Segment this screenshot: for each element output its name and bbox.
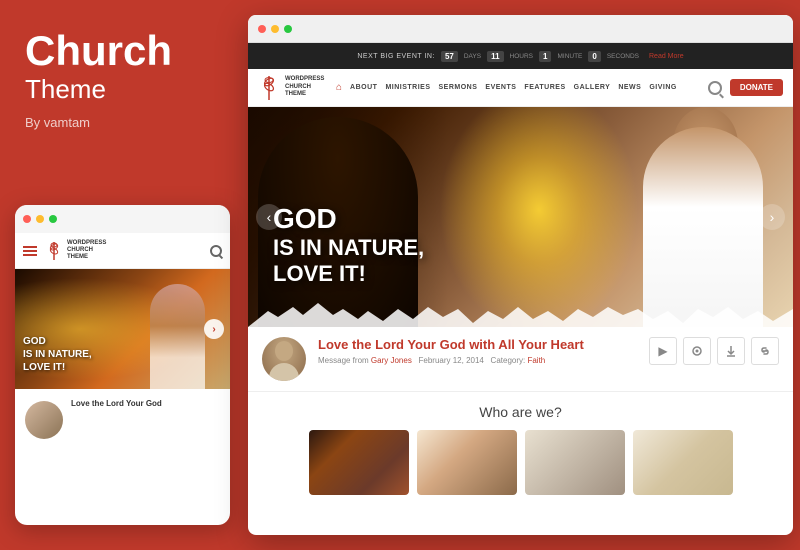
- hero-light-burst: [439, 107, 639, 327]
- message-download-icon[interactable]: [717, 337, 745, 365]
- event-read-more-link[interactable]: Read More: [649, 53, 684, 60]
- mobile-logo: WORDPRESSCHURCHTHEME: [45, 240, 210, 262]
- hero-next-arrow[interactable]: ›: [759, 204, 785, 230]
- mobile-dot-red: [23, 215, 31, 223]
- event-days-label: DAYS: [464, 53, 481, 60]
- app-subtitle: Theme: [25, 74, 215, 105]
- message-section: Love the Lord Your God with All Your Hea…: [248, 327, 793, 392]
- app-author: By vamtam: [25, 115, 215, 130]
- mobile-search-icon[interactable]: [210, 245, 222, 257]
- mobile-dot-green: [49, 215, 57, 223]
- nav-item-ministries[interactable]: MINISTRIES: [385, 84, 430, 91]
- hero-tree-decoration: [248, 305, 793, 327]
- nav-items: ABOUT MINISTRIES SERMONS EVENTS FEATURES…: [350, 84, 696, 91]
- message-author[interactable]: Gary Jones: [371, 356, 412, 365]
- mobile-hamburger-icon[interactable]: [23, 246, 37, 256]
- who-are-we-section: Who are we?: [248, 392, 793, 507]
- navbar-logo-text: WORDPRESSCHURCHTHEME: [285, 76, 324, 99]
- mobile-card-content: Love the Lord Your God: [15, 389, 230, 417]
- hero-line2: IS IN NATURE,: [273, 235, 424, 261]
- message-content: Love the Lord Your God with All Your Hea…: [318, 337, 637, 365]
- who-image-4: [633, 430, 733, 495]
- browser-dot-green: [284, 25, 292, 33]
- hero-line3: LOVE IT!: [273, 261, 424, 287]
- message-avatar: [262, 337, 306, 381]
- donate-button[interactable]: Donate: [730, 79, 783, 96]
- browser-dot-red: [258, 25, 266, 33]
- browser-window: NEXT BIG EVENT IN: 57 DAYS 11 HOURS 1 MI…: [248, 15, 793, 535]
- message-meta: Message from Gary Jones February 12, 201…: [318, 356, 637, 365]
- event-seconds-label: SECONDS: [607, 53, 639, 60]
- mobile-dot-yellow: [36, 215, 44, 223]
- event-minutes-label: MINUTE: [557, 53, 582, 60]
- message-link-icon[interactable]: [751, 337, 779, 365]
- mobile-titlebar: [15, 205, 230, 233]
- hero-text: GOD IS IN NATURE, LOVE IT!: [273, 203, 424, 287]
- mobile-hero-image: GOD IS IN NATURE, LOVE IT! ›: [15, 269, 230, 389]
- event-hours-count: 11: [487, 51, 503, 62]
- mobile-hero-text: GOD IS IN NATURE, LOVE IT!: [23, 335, 92, 374]
- who-image-3: [525, 430, 625, 495]
- home-icon[interactable]: ⌂: [336, 82, 342, 93]
- mobile-logo-icon: [45, 240, 63, 262]
- mobile-preview-card: WORDPRESSCHURCHTHEME GOD IS IN NATURE, L…: [15, 205, 230, 525]
- mobile-avatar: [25, 401, 63, 439]
- navbar-logo: WORDPRESSCHURCHTHEME: [258, 74, 328, 102]
- message-video-icon[interactable]: ▶: [649, 337, 677, 365]
- hero-figure-right: [623, 112, 763, 327]
- event-minutes-count: 1: [539, 51, 551, 62]
- navbar-logo-icon: [258, 74, 280, 102]
- nav-item-news[interactable]: NEWS: [618, 84, 641, 91]
- who-image-2: [417, 430, 517, 495]
- browser-titlebar: [248, 15, 793, 43]
- event-countdown-bar: NEXT BIG EVENT IN: 57 DAYS 11 HOURS 1 MI…: [248, 43, 793, 69]
- app-title: Church: [25, 30, 215, 72]
- hero-prev-arrow[interactable]: ‹: [256, 204, 282, 230]
- nav-item-events[interactable]: EVENTS: [485, 84, 516, 91]
- left-panel: Church Theme By vamtam WORDPRESSCHURCHTH…: [0, 0, 240, 550]
- message-icon-group: ▶: [649, 337, 779, 365]
- mobile-logo-text: WORDPRESSCHURCHTHEME: [67, 240, 106, 262]
- who-images-row: [262, 430, 779, 495]
- event-bar-label: NEXT BIG EVENT IN:: [357, 53, 435, 60]
- nav-item-about[interactable]: ABOUT: [350, 84, 377, 91]
- nav-item-gallery[interactable]: GALLERY: [574, 84, 611, 91]
- who-title: Who are we?: [262, 404, 779, 420]
- message-audio-icon[interactable]: [683, 337, 711, 365]
- mobile-arrow-right-icon[interactable]: ›: [204, 319, 224, 339]
- nav-item-features[interactable]: FEATURES: [524, 84, 565, 91]
- nav-item-giving[interactable]: GIVING: [649, 84, 677, 91]
- nav-item-sermons[interactable]: SERMONS: [439, 84, 478, 91]
- event-days-count: 57: [441, 51, 458, 62]
- event-seconds-count: 0: [588, 51, 600, 62]
- hero-section: GOD IS IN NATURE, LOVE IT! ‹ ›: [248, 107, 793, 327]
- message-title[interactable]: Love the Lord Your God with All Your Hea…: [318, 337, 637, 353]
- event-hours-label: HOURS: [510, 53, 533, 60]
- hero-line1: GOD: [273, 203, 424, 235]
- browser-dot-yellow: [271, 25, 279, 33]
- main-navbar: WORDPRESSCHURCHTHEME ⌂ ABOUT MINISTRIES …: [248, 69, 793, 107]
- who-image-1: [309, 430, 409, 495]
- search-icon[interactable]: [708, 81, 722, 95]
- message-category[interactable]: Faith: [527, 356, 545, 365]
- mobile-navbar: WORDPRESSCHURCHTHEME: [15, 233, 230, 269]
